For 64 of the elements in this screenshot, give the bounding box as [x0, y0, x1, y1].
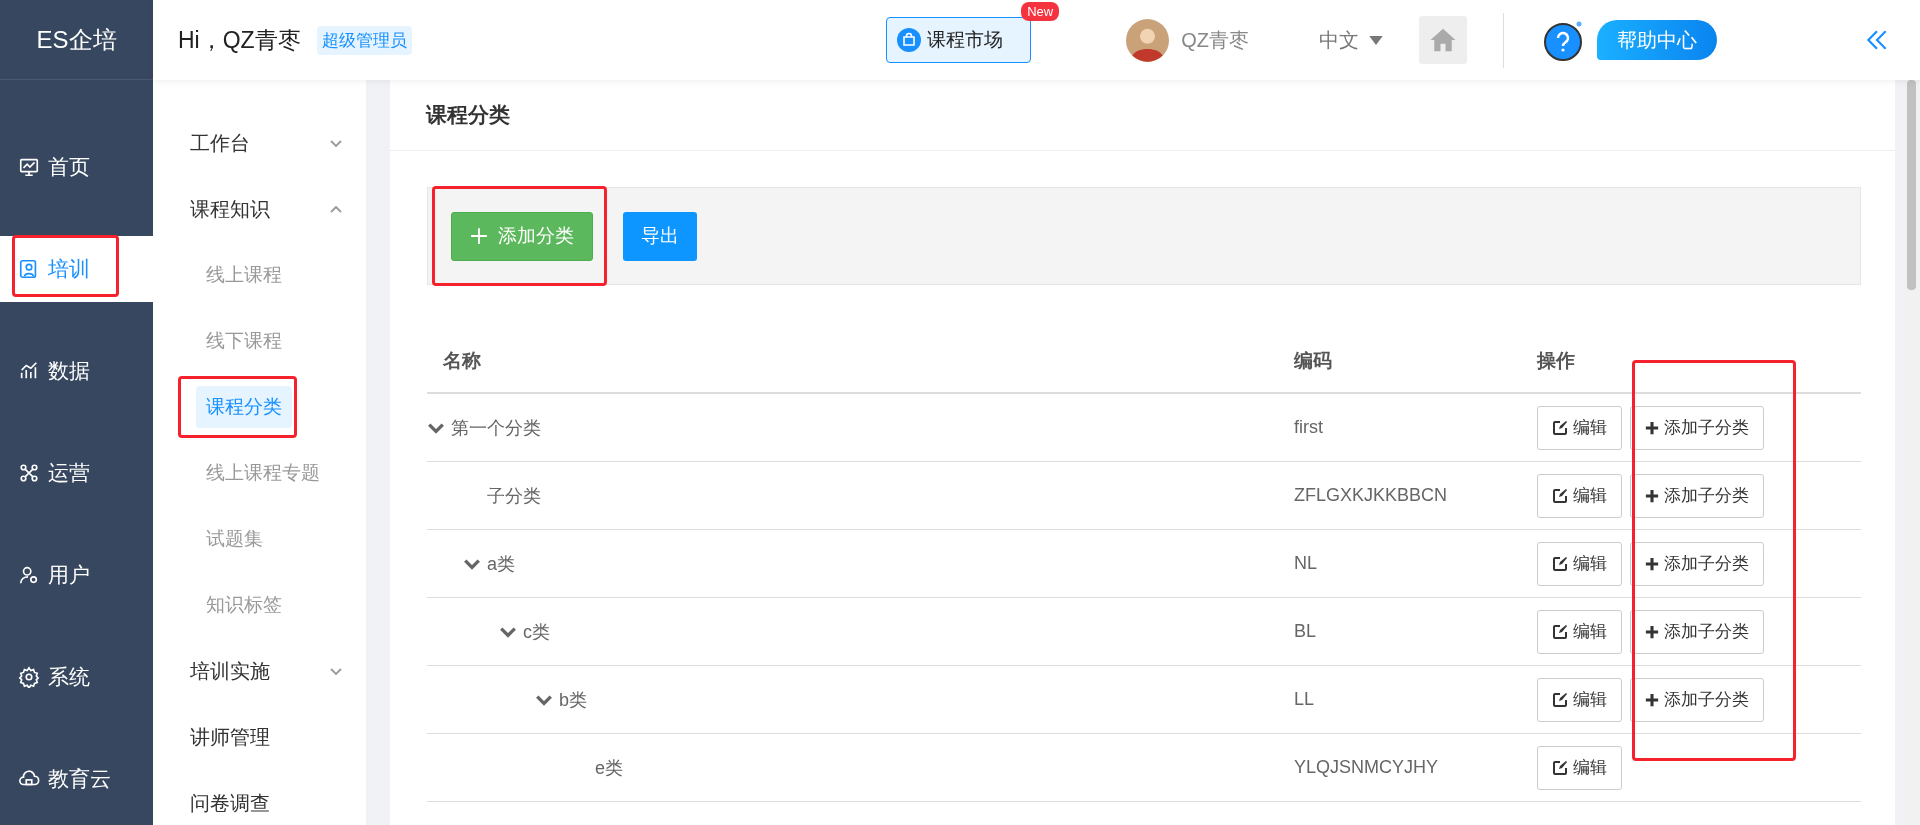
add-subcategory-button[interactable]: 添加子分类: [1630, 609, 1764, 654]
add-subcategory-button[interactable]: 添加子分类: [1630, 405, 1764, 450]
category-code: first: [1294, 417, 1324, 438]
scrollbar[interactable]: [1903, 80, 1920, 825]
caret-icon: [1369, 35, 1383, 45]
course-market-button[interactable]: 课程市场: [886, 17, 1032, 63]
column-header: 操作: [1537, 349, 1576, 373]
submenu-group[interactable]: 培训实施: [153, 638, 366, 704]
plus-icon: [1645, 488, 1659, 503]
add-subcategory-button[interactable]: 添加子分类: [1630, 541, 1764, 586]
plus-icon: [1645, 692, 1659, 707]
category-code: ZFLGXKJKKBBCN: [1294, 485, 1449, 506]
submenu-group[interactable]: 问卷调查: [153, 770, 366, 825]
nav-item[interactable]: 教育云: [0, 746, 153, 812]
edit-icon: [1552, 691, 1568, 708]
edit-button[interactable]: 编辑: [1537, 745, 1622, 790]
edit-icon: [1552, 419, 1568, 436]
edit-button[interactable]: 编辑: [1537, 609, 1622, 654]
plus-icon: [470, 227, 488, 245]
edit-button[interactable]: 编辑: [1537, 677, 1622, 722]
nav-item[interactable]: 首页: [0, 134, 153, 200]
new-badge: New: [1021, 2, 1060, 21]
page-title: 课程分类: [390, 80, 1895, 151]
edit-icon: [1552, 759, 1568, 776]
nav-item[interactable]: 系统: [0, 644, 153, 710]
avatar-icon: [1126, 18, 1170, 62]
user-name[interactable]: QZ青枣: [1181, 26, 1249, 54]
shopping-bag-icon: [897, 28, 922, 52]
category-name: e类: [595, 756, 623, 780]
add-subcategory-button[interactable]: 添加子分类: [1630, 677, 1764, 722]
nav-item[interactable]: 用户: [0, 542, 153, 608]
category-code: LL: [1294, 689, 1316, 710]
column-header: 名称: [442, 349, 482, 373]
nodes-icon: [18, 462, 40, 484]
category-name: 子分类: [487, 484, 541, 508]
greeting-text: Hi，QZ青枣: [178, 25, 301, 55]
category-name: b类: [559, 688, 587, 712]
monitor-chart-icon: [18, 156, 40, 178]
category-name: c类: [523, 620, 550, 644]
edit-icon: [1552, 623, 1568, 640]
plus-icon: [1645, 420, 1659, 435]
submenu-group[interactable]: 工作台: [153, 110, 366, 176]
category-code: BL: [1294, 621, 1318, 642]
add-subcategory-button[interactable]: 添加子分类: [1630, 473, 1764, 518]
category-code: YLQJSNMCYJHY: [1294, 757, 1440, 778]
category-name: 第一个分类: [451, 416, 541, 440]
plus-icon: [1645, 556, 1659, 571]
edit-icon: [1552, 555, 1568, 572]
nav-item[interactable]: 运营: [0, 440, 153, 506]
submenu-group[interactable]: 课程知识: [153, 176, 366, 242]
user-gear-icon: [18, 564, 40, 586]
edit-button[interactable]: 编辑: [1537, 473, 1622, 518]
submenu-group[interactable]: 讲师管理: [153, 704, 366, 770]
gear-icon: [18, 666, 40, 688]
edit-button[interactable]: 编辑: [1537, 405, 1622, 450]
column-header: 编码: [1294, 349, 1333, 373]
role-badge: 超级管理员: [316, 25, 412, 55]
category-code: NL: [1294, 553, 1318, 574]
category-name: a类: [487, 552, 515, 576]
plus-icon: [1645, 624, 1659, 639]
edit-button[interactable]: 编辑: [1537, 541, 1622, 586]
nav-item[interactable]: 数据: [0, 338, 153, 404]
edit-icon: [1552, 487, 1568, 504]
language-dropdown[interactable]: 中文: [1319, 26, 1383, 54]
